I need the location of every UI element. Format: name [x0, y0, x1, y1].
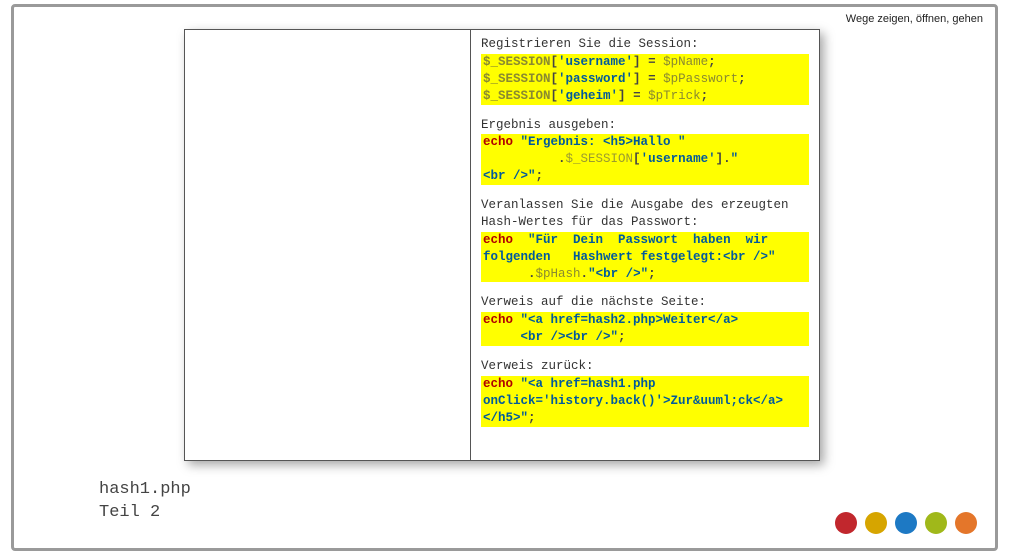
- block-title: Veranlassen Sie die Ausgabe des erzeugte…: [481, 197, 809, 231]
- content-paper: Registrieren Sie die Session: $_SESSION[…: [184, 29, 820, 461]
- dot-green: [925, 512, 947, 534]
- block-verweis-weiter: Verweis auf die nächste Seite: echo "<a …: [481, 294, 809, 346]
- dot-red: [835, 512, 857, 534]
- paper-right-column: Registrieren Sie die Session: $_SESSION[…: [471, 30, 819, 460]
- block-verweis-zurueck: Verweis zurück: echo "<a href=hash1.php …: [481, 358, 809, 427]
- code-block: echo "<a href=hash2.php>Weiter</a> <br /…: [481, 312, 809, 346]
- footer-line-1: hash1.php: [99, 479, 191, 502]
- block-hashwert: Veranlassen Sie die Ausgabe des erzeugte…: [481, 197, 809, 282]
- block-title: Ergebnis ausgeben:: [481, 117, 809, 134]
- footer-label: hash1.php Teil 2: [99, 479, 191, 525]
- block-register-session: Registrieren Sie die Session: $_SESSION[…: [481, 36, 809, 105]
- block-title: Verweis zurück:: [481, 358, 809, 375]
- paper-left-column: [185, 30, 471, 460]
- block-ergebnis: Ergebnis ausgeben: echo "Ergebnis: <h5>H…: [481, 117, 809, 186]
- code-block: $_SESSION['username'] = $pName; $_SESSIO…: [481, 54, 809, 105]
- code-block: echo "<a href=hash1.php onClick='history…: [481, 376, 809, 427]
- footer-line-2: Teil 2: [99, 502, 191, 525]
- dot-blue: [895, 512, 917, 534]
- color-dots: [835, 512, 977, 534]
- tagline: Wege zeigen, öffnen, gehen: [846, 13, 983, 25]
- slide-frame: Wege zeigen, öffnen, gehen Registrieren …: [11, 4, 998, 551]
- block-title: Verweis auf die nächste Seite:: [481, 294, 809, 311]
- block-title: Registrieren Sie die Session:: [481, 36, 809, 53]
- code-block: echo "Ergebnis: <h5>Hallo " .$_SESSION['…: [481, 134, 809, 185]
- dot-yellow: [865, 512, 887, 534]
- dot-orange: [955, 512, 977, 534]
- code-block: echo "Für Dein Passwort haben wir folgen…: [481, 232, 809, 283]
